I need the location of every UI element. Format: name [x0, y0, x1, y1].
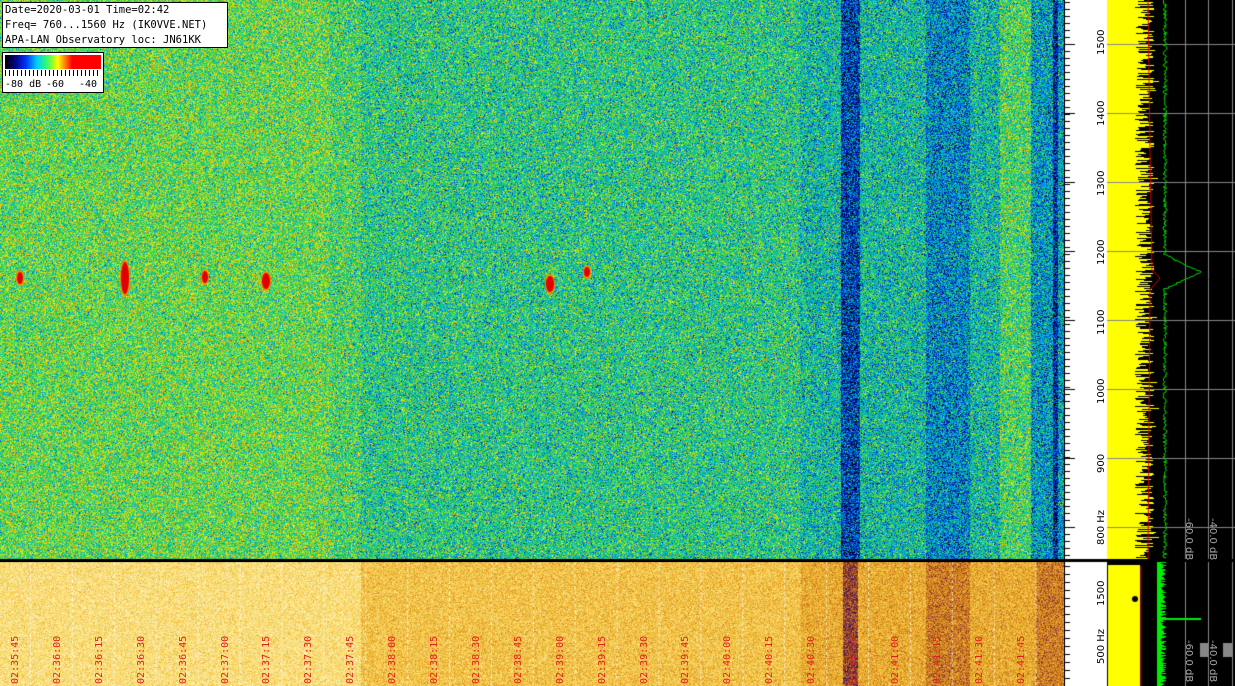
- time-label: 02:38:15: [429, 635, 440, 684]
- lower-level-label: -60.0 dB: [1183, 640, 1194, 683]
- time-label: 02:37:30: [303, 635, 315, 684]
- frequency-line: Freq= 760...1560 Hz (IK0VVE.NET): [5, 19, 208, 31]
- upper-freq-tick-label: 800 Hz: [1096, 509, 1107, 545]
- upper-freq-tick-label: 1400: [1096, 100, 1107, 126]
- time-label: 02:37:00: [219, 635, 231, 684]
- color-scale-bar: [5, 55, 101, 69]
- legend-label-m60: -60: [46, 79, 65, 90]
- time-label: 02:40:45: [848, 635, 859, 684]
- time-label: 02:41:00: [889, 635, 901, 684]
- axes-and-traces: [0, 0, 1235, 686]
- legend-label-m80: -80 dB: [5, 79, 42, 90]
- time-label: 02:39:00: [554, 635, 566, 684]
- time-label: 02:36:00: [51, 635, 63, 684]
- upper-freq-tick-label: 1500: [1096, 29, 1107, 55]
- upper-level-label: -60.0 dB: [1183, 518, 1194, 561]
- legend-label-m40: -40: [79, 79, 98, 90]
- observatory-line: APA-LAN Observatory loc: JN61KK: [5, 34, 201, 46]
- upper-freq-tick-label: 1300: [1096, 170, 1107, 196]
- time-label: 02:39:15: [596, 635, 608, 684]
- color-scale-legend: -80 dB -60 -40: [2, 52, 104, 93]
- upper-freq-tick-label: 900: [1096, 453, 1107, 473]
- time-label: 02:37:15: [261, 635, 273, 684]
- time-label: 02:41:30: [973, 635, 985, 684]
- info-box: Date=2020-03-01 Time=02:42 Freq= 760...1…: [2, 2, 228, 48]
- date-time-line: Date=2020-03-01 Time=02:42: [5, 4, 170, 16]
- time-label: 02:40:15: [764, 635, 776, 684]
- upper-level-label: -40.0 dB: [1207, 518, 1218, 561]
- time-label: 02:41:15: [931, 635, 943, 684]
- time-label: 02:38:45: [512, 635, 524, 684]
- lower-freq-tick-label: 500 Hz: [1096, 628, 1107, 664]
- time-label: 02:35:45: [10, 635, 21, 684]
- time-label: 02:36:30: [135, 635, 147, 684]
- time-label: 02:39:45: [680, 635, 692, 684]
- upper-freq-tick-label: 1000: [1096, 378, 1107, 404]
- time-label: 02:36:45: [177, 635, 189, 684]
- time-label: 02:40:00: [722, 635, 734, 684]
- spectrogram-viewer: Date=2020-03-01 Time=02:42 Freq= 760...1…: [0, 0, 1235, 686]
- time-label: 02:36:15: [93, 635, 105, 684]
- lower-level-label: -40.0 dB: [1207, 640, 1218, 683]
- time-label: 02:39:30: [638, 635, 650, 684]
- time-label: 02:38:30: [470, 635, 482, 684]
- color-scale-ticks: [5, 70, 101, 76]
- upper-freq-tick-label: 1200: [1096, 239, 1107, 265]
- time-label: 02:38:00: [387, 635, 399, 684]
- upper-freq-tick-label: 1100: [1096, 309, 1107, 335]
- time-label: 02:41:45: [1015, 635, 1027, 684]
- time-label: 02:37:45: [345, 635, 357, 684]
- time-label: 02:40:30: [806, 635, 818, 684]
- lower-freq-tick-label: 1500: [1096, 580, 1107, 606]
